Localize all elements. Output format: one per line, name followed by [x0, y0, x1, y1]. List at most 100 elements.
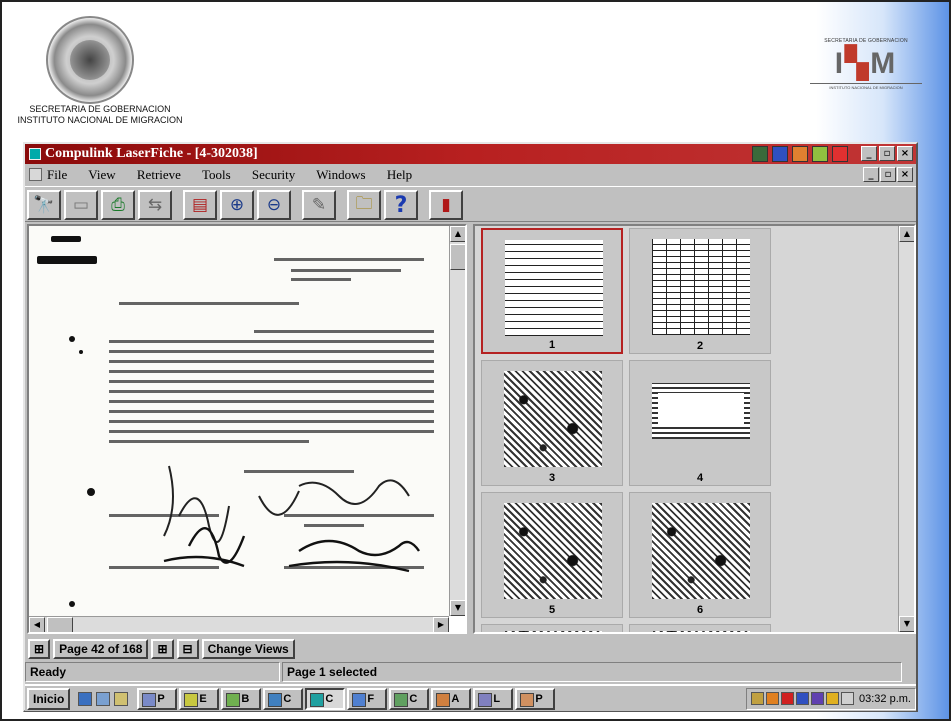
- tray-icon-3[interactable]: [781, 692, 794, 705]
- previous-page-button[interactable]: ⊞: [28, 639, 51, 659]
- maximize-button[interactable]: ▫: [879, 146, 895, 161]
- thumbnail-number: 5: [548, 604, 556, 616]
- thumbnail-image: [504, 503, 602, 599]
- thumbnail-page-1[interactable]: 1: [481, 228, 623, 354]
- inm-bottom-text: INSTITUTO NACIONAL DE MIGRACION: [810, 83, 922, 90]
- menu-tools[interactable]: Tools: [202, 167, 231, 182]
- scanner-icon[interactable]: ▭: [64, 190, 98, 220]
- thumbnail-page-2[interactable]: 2: [629, 228, 771, 354]
- thumbnail-vertical-scrollbar[interactable]: ▲ ▼: [898, 226, 914, 632]
- menu-file[interactable]: File: [47, 167, 67, 182]
- menu-security[interactable]: Security: [252, 167, 295, 182]
- scroll-up-arrow-icon[interactable]: ▲: [450, 226, 465, 242]
- taskbar-clock: 03:32 p.m.: [859, 692, 911, 705]
- tray-app-icon-5[interactable]: [832, 146, 848, 162]
- tray-app-icon-1[interactable]: [752, 146, 768, 162]
- quick-launch-icon-2[interactable]: [96, 691, 111, 706]
- thumbnail-number: 6: [696, 604, 704, 616]
- close-button[interactable]: ×: [897, 146, 913, 161]
- transfer-icon[interactable]: ⇆: [138, 190, 172, 220]
- change-views-button[interactable]: Change Views: [201, 639, 295, 659]
- taskbar-item-8[interactable]: A: [431, 687, 472, 710]
- document-vertical-scrollbar[interactable]: ▲ ▼: [449, 226, 465, 616]
- page-navigation-row: ⊞ Page 42 of 168 ⊞ ⊟ Change Views: [25, 638, 916, 660]
- menu-windows[interactable]: Windows: [316, 167, 365, 182]
- document-icon[interactable]: [29, 168, 42, 181]
- laserfiche-window: Compulink LaserFiche - [4-302038] _ ▫ × …: [23, 142, 918, 712]
- mail-icon[interactable]: [841, 692, 854, 705]
- book-icon[interactable]: ▮: [429, 190, 463, 220]
- thumbnail-image: [652, 239, 750, 335]
- title-bar[interactable]: Compulink LaserFiche - [4-302038] _ ▫ ×: [25, 144, 916, 164]
- thumbnail-page-4[interactable]: 4: [629, 360, 771, 486]
- minimize-button[interactable]: _: [861, 146, 877, 161]
- title-tray-icons: [752, 146, 848, 162]
- binoculars-icon[interactable]: 🔭: [27, 190, 61, 220]
- tray-word-icon[interactable]: [772, 146, 788, 162]
- scroll-right-arrow-icon[interactable]: ▶: [433, 617, 449, 632]
- zoom-out-icon[interactable]: ⊖: [257, 190, 291, 220]
- menu-view[interactable]: View: [88, 167, 115, 182]
- thumb-scroll-up-arrow-icon[interactable]: ▲: [899, 226, 914, 242]
- horizontal-scroll-thumb[interactable]: [47, 617, 73, 632]
- taskbar-item-1[interactable]: P: [137, 687, 178, 710]
- page-indicator: Page 42 of 168: [53, 639, 149, 659]
- inm-logo: I▚M: [834, 47, 898, 80]
- pencil-icon[interactable]: ✎: [302, 190, 336, 220]
- mdi-buttons: _ ▫ ×: [863, 167, 913, 182]
- thumbnail-page-3[interactable]: 3: [481, 360, 623, 486]
- tray-app-icon-3[interactable]: [792, 146, 808, 162]
- zoom-in-icon[interactable]: ⊕: [220, 190, 254, 220]
- next-page-button[interactable]: ⊞: [151, 639, 174, 659]
- document-horizontal-scrollbar[interactable]: ◀ ▶: [29, 616, 449, 632]
- thumbnail-image: [652, 631, 750, 632]
- view-toggle-button[interactable]: ⊟: [176, 639, 199, 659]
- thumbnail-number: 1: [548, 339, 556, 351]
- mdi-minimize-button[interactable]: _: [863, 167, 879, 182]
- thumb-scroll-down-arrow-icon[interactable]: ▼: [899, 616, 914, 632]
- menu-retrieve[interactable]: Retrieve: [137, 167, 181, 182]
- thumbnail-page-8-partial[interactable]: [629, 624, 771, 632]
- thumbnail-page-7-partial[interactable]: [481, 624, 623, 632]
- print-icon[interactable]: ⎙: [101, 190, 135, 220]
- tray-icon-5[interactable]: [811, 692, 824, 705]
- tray-app-icon-4[interactable]: [812, 146, 828, 162]
- document-view-pane[interactable]: ▲ ▼ ◀ ▶: [27, 224, 467, 634]
- taskbar-item-5-active[interactable]: C: [305, 687, 346, 710]
- taskbar-item-4[interactable]: C: [263, 687, 304, 710]
- quick-launch-ie-icon[interactable]: [78, 691, 93, 706]
- taskbar-item-9[interactable]: L: [473, 687, 514, 710]
- quick-launch-desktop-icon[interactable]: [114, 691, 129, 706]
- page-view-icon[interactable]: ▤: [183, 190, 217, 220]
- app-icon[interactable]: [29, 148, 41, 160]
- mdi-restore-button[interactable]: ▫: [880, 167, 896, 182]
- tray-icon-4[interactable]: [796, 692, 809, 705]
- inm-top-text: SECRETARIA DE GOBERNACION: [824, 38, 908, 44]
- thumbnail-page-6[interactable]: 6: [629, 492, 771, 618]
- scroll-left-arrow-icon[interactable]: ◀: [29, 617, 45, 632]
- taskbar-item-7[interactable]: C: [389, 687, 430, 710]
- taskbar-item-10[interactable]: P: [515, 687, 556, 710]
- menu-help[interactable]: Help: [387, 167, 412, 182]
- scroll-down-arrow-icon[interactable]: ▼: [450, 600, 465, 616]
- toolbar: 🔭 ▭ ⎙ ⇆ ▤ ⊕ ⊖ ✎ 🗀 ? ▮: [25, 186, 916, 222]
- thumbnail-image: [504, 631, 602, 632]
- taskbar-item-3[interactable]: B: [221, 687, 262, 710]
- slide-background: SECRETARIA DE GOBERNACION INSTITUTO NACI…: [0, 0, 951, 721]
- folders-icon[interactable]: 🗀: [347, 190, 381, 220]
- start-button[interactable]: Inicio: [27, 687, 71, 710]
- window-buttons: _ ▫ ×: [861, 146, 913, 161]
- thumbnail-pane[interactable]: 1 2 3 4 5 6 ▲ ▼: [473, 224, 916, 634]
- thumbnail-image: [505, 240, 603, 336]
- mdi-close-button[interactable]: ×: [897, 167, 913, 182]
- tray-icon-1[interactable]: [751, 692, 764, 705]
- thumbnail-image: [504, 371, 602, 467]
- tray-icon-2[interactable]: [766, 692, 779, 705]
- tray-icon-6[interactable]: [826, 692, 839, 705]
- taskbar-item-6[interactable]: F: [347, 687, 388, 710]
- help-icon[interactable]: ?: [384, 190, 418, 220]
- thumbnail-number: 4: [696, 472, 704, 484]
- thumbnail-page-5[interactable]: 5: [481, 492, 623, 618]
- taskbar-item-2[interactable]: E: [179, 687, 220, 710]
- vertical-scroll-thumb[interactable]: [450, 244, 465, 270]
